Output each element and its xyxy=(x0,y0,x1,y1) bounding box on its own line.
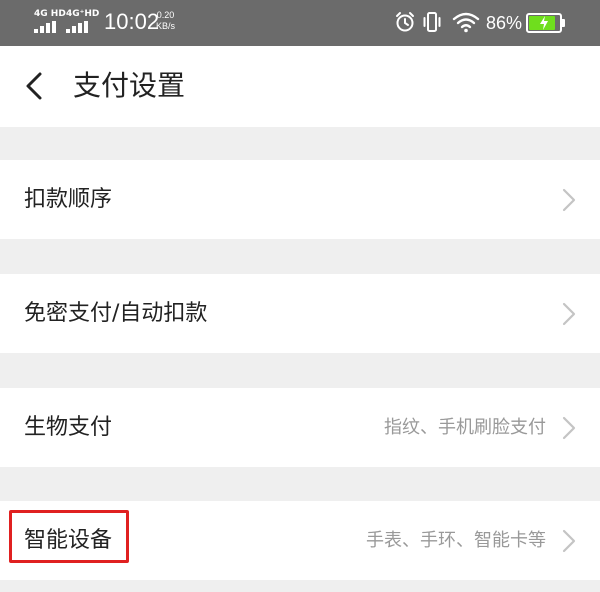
network-type-1: 4G HD xyxy=(34,9,66,19)
chevron-right-icon xyxy=(562,188,576,212)
network-speed-value: 0.20 xyxy=(156,10,175,20)
chevron-right-icon xyxy=(562,416,576,440)
chevron-right-icon xyxy=(562,529,576,553)
alarm-icon xyxy=(396,12,414,32)
status-time: 10:02 xyxy=(104,9,160,34)
wifi-icon xyxy=(452,12,480,33)
battery-percent: 86% xyxy=(486,13,523,33)
network-type-2: 4G⁺HD xyxy=(66,9,100,19)
charging-bolt-icon xyxy=(540,16,548,30)
settings-row-deduction-order[interactable]: 扣款顺序 xyxy=(0,160,600,239)
network-speed-unit: KB/s xyxy=(156,21,176,31)
settings-row-biometric-payment[interactable]: 生物支付 指纹、手机刷脸支付 xyxy=(0,388,600,467)
row-value: 指纹、手机刷脸支付 xyxy=(384,417,546,438)
signal-bars-2-icon xyxy=(66,21,92,33)
back-button[interactable] xyxy=(16,66,56,106)
chevron-right-icon xyxy=(562,302,576,326)
network-speed: 0.20 KB/s xyxy=(156,10,175,32)
signal-bars-1-icon xyxy=(34,21,60,33)
page-title: 支付设置 xyxy=(73,69,186,102)
battery-icon xyxy=(526,13,566,33)
status-bar: 4G HD 4G⁺HD 10:02 0.20 KB/s 86% xyxy=(0,0,600,46)
row-label: 扣款顺序 xyxy=(24,187,113,212)
vibrate-icon xyxy=(423,12,441,32)
settings-row-password-free-payment[interactable]: 免密支付/自动扣款 xyxy=(0,274,600,353)
header-bar: 支付设置 xyxy=(0,46,600,127)
highlight-annotation-box xyxy=(9,510,129,563)
row-label: 生物支付 xyxy=(24,415,113,440)
row-label: 免密支付/自动扣款 xyxy=(24,301,208,326)
chevron-left-icon xyxy=(26,72,42,100)
row-value: 手表、手环、智能卡等 xyxy=(366,530,546,551)
